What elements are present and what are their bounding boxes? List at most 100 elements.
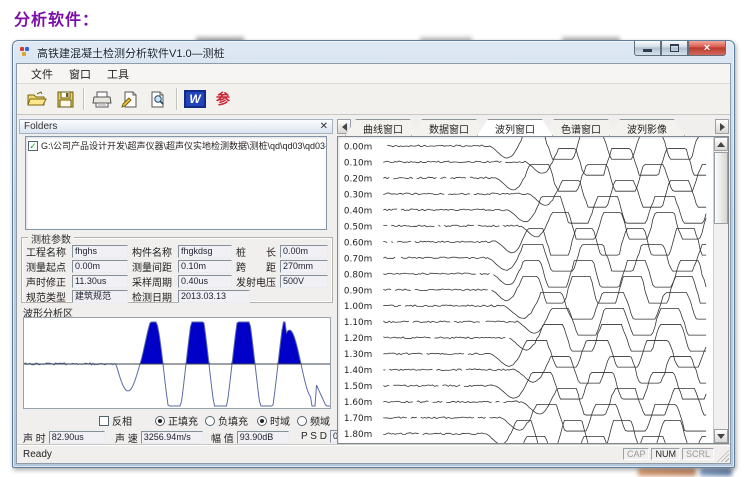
folders-panel-title: Folders — [24, 121, 57, 132]
sound-time-label: 声 时 — [23, 430, 46, 445]
vertical-scrollbar[interactable] — [713, 137, 728, 443]
window-body: 文件 窗口 工具 — [16, 63, 731, 464]
printer-icon — [92, 91, 112, 108]
svg-text:0.30m: 0.30m — [344, 190, 372, 200]
folders-panel-header[interactable]: Folders ✕ — [19, 119, 333, 134]
svg-text:0.80m: 0.80m — [344, 270, 372, 280]
freq-domain-label: 频域 — [310, 413, 330, 428]
param-label: 采样周期 — [132, 274, 178, 289]
scroll-up-button[interactable] — [714, 137, 728, 151]
time-domain-radio-dot[interactable] — [257, 416, 267, 426]
caps-lock-indicator: CAP — [623, 448, 650, 460]
param-label: 发射电压 — [236, 274, 280, 289]
svg-text:1.80m: 1.80m — [344, 430, 372, 440]
tab-curve-window[interactable]: 曲线窗口 — [345, 119, 421, 136]
tab-spectrum-window[interactable]: 色谱窗口 — [543, 119, 619, 136]
toolbar: W 参 — [17, 84, 730, 115]
folders-close-icon[interactable]: ✕ — [320, 121, 328, 132]
pile-params-group: 测桩参数 工程名称 fhghs 构件名称 fhgkdsg 桩 长 0.00m 测… — [21, 237, 333, 303]
background-artifact — [638, 468, 696, 476]
print-button[interactable] — [88, 87, 116, 112]
background-artifact — [700, 468, 732, 476]
scroll-down-button[interactable] — [714, 429, 728, 443]
tab-scroll-right-button[interactable] — [715, 119, 729, 134]
sound-speed-label: 声 速 — [115, 430, 138, 445]
minimize-button[interactable] — [634, 41, 661, 56]
menu-window[interactable]: 窗口 — [61, 64, 99, 84]
menu-tools[interactable]: 工具 — [99, 64, 137, 84]
svg-text:1.10m: 1.10m — [344, 318, 372, 328]
sound-speed-readout: 声 速 3256.94m/s — [115, 430, 203, 445]
parameters-button[interactable]: 参 — [209, 87, 237, 112]
scrollbar-thumb[interactable] — [714, 152, 728, 224]
fill-positive-radio-dot[interactable] — [155, 416, 165, 426]
wave-train-view[interactable]: 0.00m0.10m0.20m0.30m0.40m0.50m0.60m0.70m… — [337, 136, 729, 444]
pile-length-field[interactable]: 0.00m — [280, 245, 328, 258]
menu-file[interactable]: 文件 — [23, 64, 61, 84]
svg-text:0.90m: 0.90m — [344, 286, 372, 296]
svg-text:0.10m: 0.10m — [344, 158, 372, 168]
amplitude-field[interactable]: 93.90dB — [237, 431, 289, 444]
fill-negative-radio[interactable]: 负填充 — [205, 413, 248, 428]
word-icon: W — [184, 90, 205, 108]
minimize-icon — [643, 49, 652, 52]
folder-list-item[interactable]: ✓ G:\公司产品设计开发\超声仪器\超声仪实地检测数据\测桩\qd\qd03\… — [26, 137, 326, 154]
fill-negative-radio-dot[interactable] — [205, 416, 215, 426]
measure-spacing-field[interactable]: 0.10m — [178, 260, 232, 273]
wave-analysis-plot[interactable] — [23, 317, 331, 409]
wave-train-canvas[interactable]: 0.00m0.10m0.20m0.30m0.40m0.50m0.60m0.70m… — [338, 137, 713, 443]
tab-wavetrain-image[interactable]: 波列影像 — [609, 119, 685, 136]
open-file-button[interactable] — [23, 87, 51, 112]
sound-time-field[interactable]: 82.90us — [49, 431, 105, 444]
param-label: 规范类型 — [26, 289, 72, 304]
export-word-button[interactable]: W — [181, 87, 209, 112]
print-preview-button[interactable] — [144, 87, 172, 112]
time-domain-label: 时域 — [270, 413, 290, 428]
svg-text:1.30m: 1.30m — [344, 350, 372, 360]
tab-wavetrain-window[interactable]: 波列窗口 — [477, 119, 553, 136]
param-label: 构件名称 — [132, 244, 178, 259]
open-folder-icon — [27, 91, 47, 107]
tab-data-window[interactable]: 数据窗口 — [411, 119, 487, 136]
close-button[interactable]: × — [688, 41, 726, 56]
arrow-up-icon — [717, 142, 725, 147]
sound-speed-field[interactable]: 3256.94m/s — [141, 431, 203, 444]
svg-text:1.00m: 1.00m — [344, 302, 372, 312]
component-name-field[interactable]: fhgkdsg — [178, 245, 232, 258]
window-title: 高铁建混凝土检测分析软件V1.0—测桩 — [37, 45, 225, 61]
project-name-field[interactable]: fhghs — [72, 245, 128, 258]
title-bar[interactable]: 高铁建混凝土检测分析软件V1.0—测桩 × — [13, 41, 734, 63]
sample-period-field[interactable]: 0.40us — [178, 275, 232, 288]
client-area: Folders ✕ ✓ G:\公司产品设计开发\超声仪器\超声仪实地检测数据\测… — [17, 115, 730, 445]
inspect-date-field[interactable]: 2013.03.13 — [178, 290, 250, 303]
standard-type-field[interactable]: 建筑规范 — [72, 290, 128, 303]
time-domain-radio[interactable]: 时域 — [257, 413, 290, 428]
svg-text:0.60m: 0.60m — [344, 238, 372, 248]
param-label: 测量间距 — [132, 259, 178, 274]
page-title: 分析软件： — [14, 6, 99, 30]
param-label: 桩 长 — [236, 244, 280, 259]
freq-domain-radio-dot[interactable] — [297, 416, 307, 426]
freq-domain-radio[interactable]: 频域 — [297, 413, 330, 428]
param-label: 声时修正 — [26, 274, 72, 289]
svg-text:1.50m: 1.50m — [344, 382, 372, 392]
folders-list[interactable]: ✓ G:\公司产品设计开发\超声仪器\超声仪实地检测数据\测桩\qd\qd03\… — [25, 136, 327, 230]
span-distance-field[interactable]: 270mm — [280, 260, 328, 273]
maximize-button[interactable] — [661, 41, 688, 56]
fill-positive-radio[interactable]: 正填充 — [155, 413, 198, 428]
invert-checkbox-box[interactable] — [99, 416, 109, 426]
folder-path-label: G:\公司产品设计开发\超声仪器\超声仪实地检测数据\测桩\qd\qd03\qd… — [41, 139, 327, 152]
print-setup-button[interactable] — [116, 87, 144, 112]
invert-checkbox[interactable]: 反相 — [99, 413, 132, 428]
time-correction-field[interactable]: 11.30us — [72, 275, 128, 288]
save-button[interactable] — [51, 87, 79, 112]
svg-text:1.40m: 1.40m — [344, 366, 372, 376]
invert-label: 反相 — [112, 413, 132, 428]
arrow-down-icon — [717, 434, 725, 439]
resize-grip[interactable] — [717, 450, 729, 462]
right-panel: 曲线窗口 数据窗口 波列窗口 色谱窗口 波列影像 0.00m0.10m0.20m… — [337, 117, 729, 445]
measure-start-field[interactable]: 0.00m — [72, 260, 128, 273]
voltage-field[interactable]: 500V — [280, 275, 328, 288]
folder-checkbox[interactable]: ✓ — [28, 141, 38, 151]
status-text: Ready — [23, 449, 52, 460]
